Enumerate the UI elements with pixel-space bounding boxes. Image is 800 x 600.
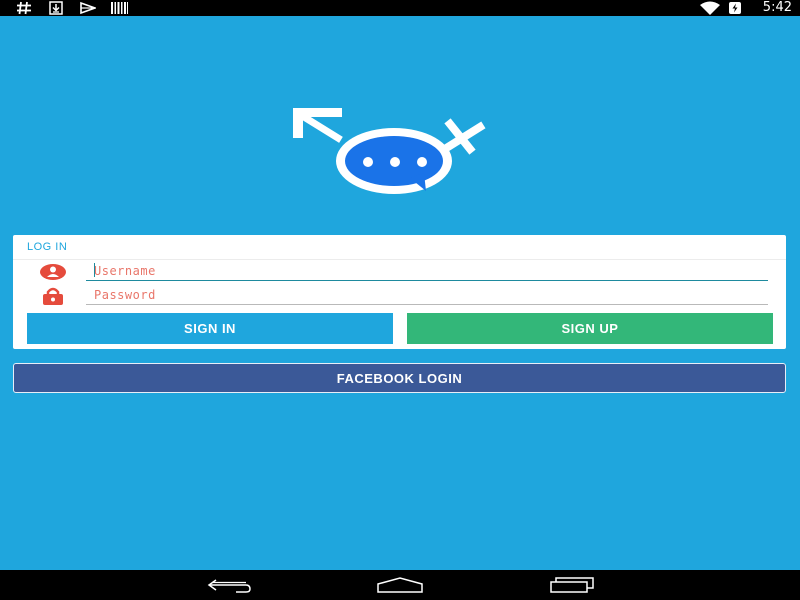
hash-icon	[16, 1, 32, 15]
sign-up-button[interactable]: SIGN UP	[407, 313, 773, 344]
navigation-bar	[0, 570, 800, 600]
user-icon	[39, 263, 67, 283]
login-title: LOG IN	[27, 241, 68, 253]
status-time: 5:42	[762, 0, 792, 15]
sign-in-button[interactable]: SIGN IN	[27, 313, 393, 344]
play-store-icon	[80, 1, 96, 15]
gender-chat-logo-icon	[290, 105, 490, 200]
login-card: LOG IN SIGN IN SIGN UP	[13, 235, 786, 349]
lock-icon	[41, 287, 69, 307]
home-icon[interactable]	[370, 575, 430, 595]
download-icon	[49, 1, 63, 15]
battery-charging-icon	[728, 1, 742, 15]
password-input[interactable]	[86, 285, 768, 305]
login-screen: 5:42 LOG IN Username SIGN IN SIGN UP FAC…	[0, 0, 800, 600]
text-cursor	[94, 263, 95, 277]
back-icon[interactable]	[200, 575, 260, 595]
recents-icon[interactable]	[542, 575, 602, 595]
barcode-icon	[111, 1, 128, 15]
status-bar: 5:42	[0, 0, 800, 16]
facebook-login-button[interactable]: FACEBOOK LOGIN	[13, 363, 786, 393]
wifi-icon	[699, 1, 721, 15]
card-divider	[13, 259, 786, 260]
username-input[interactable]	[86, 261, 768, 281]
